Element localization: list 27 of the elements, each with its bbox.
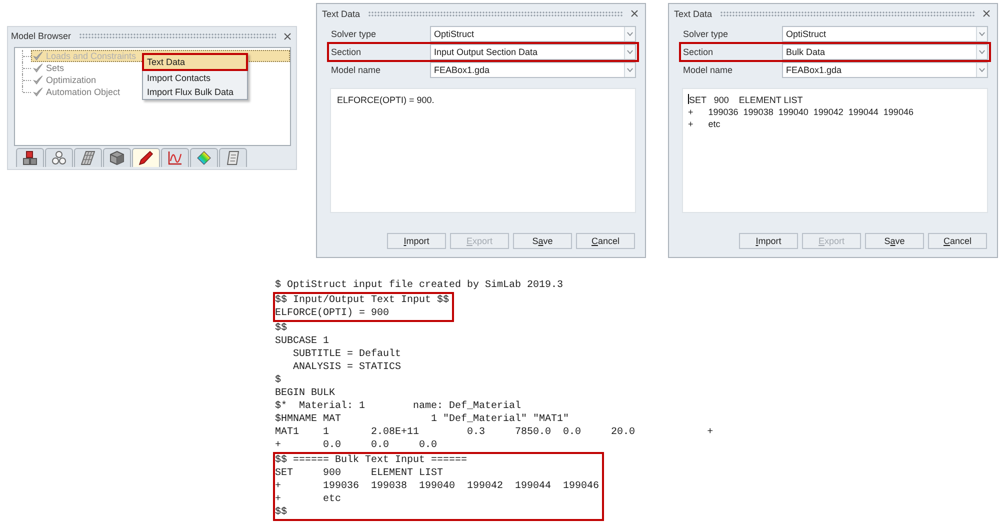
panel-title: Model Browser <box>11 31 72 41</box>
code-line: $ OptiStruct input file created by SimLab 2019.3 <box>275 279 564 292</box>
field-label: Section <box>683 47 714 57</box>
field-label: Section <box>331 47 362 57</box>
code-line: $$ ====== Bulk Text Input ====== <box>275 454 468 467</box>
code-line: $$ <box>275 506 288 519</box>
code-line: SUBCASE 1 <box>275 335 330 348</box>
code-line: ANALYSIS = STATICS <box>292 361 402 374</box>
code-line: SET 900 ELEMENT LIST <box>275 467 444 480</box>
dialog-title: Text Data <box>674 8 712 18</box>
code-line: + 199036 199038 199040 199042 199044 199046 <box>275 480 600 493</box>
field-label: Solver type <box>683 29 730 39</box>
field-label: Solver type <box>331 29 378 39</box>
code-line: $$ <box>275 322 288 335</box>
field-label: Model name <box>331 65 382 75</box>
code-line: $ <box>275 374 282 387</box>
field-label: Model name <box>683 65 734 75</box>
code-line: $$ Input/Output Text Input $$ <box>275 294 450 307</box>
code-line: + etc <box>275 493 342 506</box>
code-line: $HMNAME MAT 1 "Def_Material" "MAT1" <box>275 413 570 426</box>
code-line: MAT1 1 2.08E+11 0.3 7850.0 0.0 20.0 + <box>275 426 714 439</box>
code-line: SUBTITLE = Default <box>292 348 402 361</box>
code-line: ELFORCE(OPTI) = 900 <box>275 307 390 320</box>
dialog-title: Text Data <box>322 8 360 18</box>
code-line: BEGIN BULK <box>275 387 336 400</box>
code-line: $* Material: 1 name: Def_Material <box>275 400 522 413</box>
code-line: + 0.0 0.0 0.0 <box>275 439 438 452</box>
